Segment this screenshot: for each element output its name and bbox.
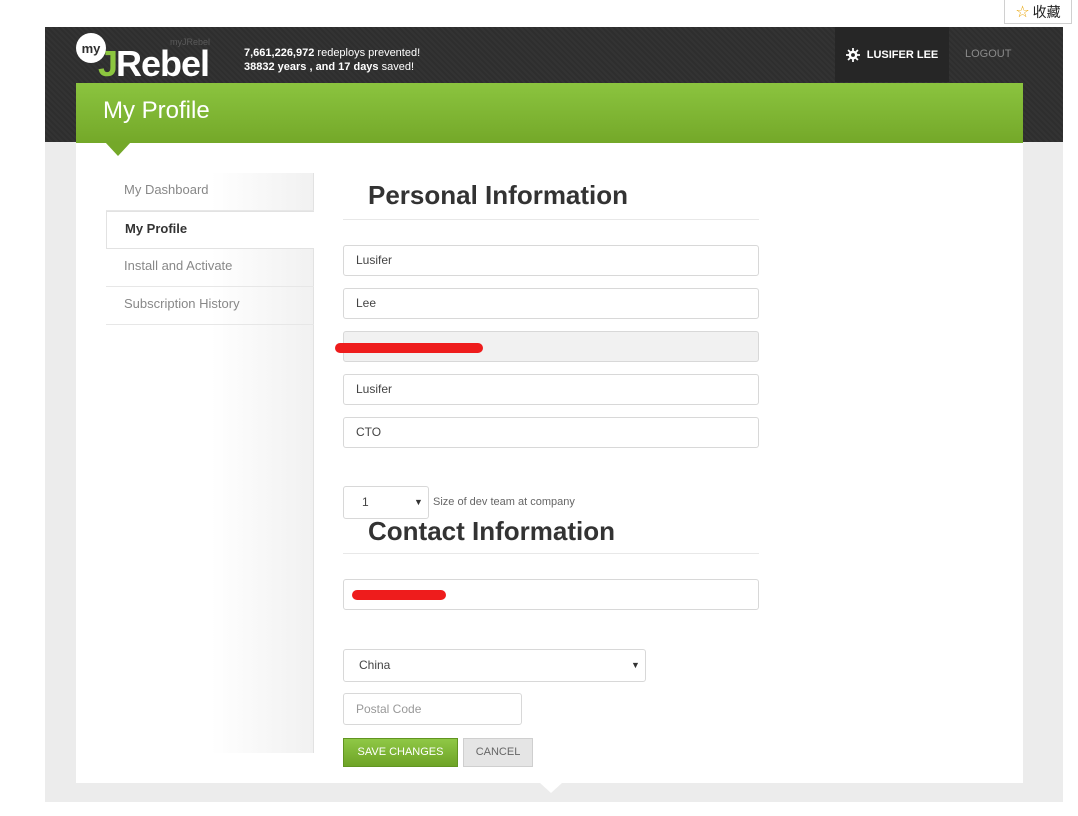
sidebar-item-label: Subscription History [124, 296, 240, 311]
sidebar-item-label: Install and Activate [124, 258, 233, 273]
logo-rebel: Rebel [116, 43, 210, 84]
app-frame: my myJRebel J Rebel 7,661,226,972 redepl… [45, 27, 1063, 802]
saved-time: 38832 years , and 17 days [244, 61, 379, 73]
footer-notch [540, 783, 562, 793]
redaction-mark [335, 343, 483, 353]
chevron-down-icon: ▼ [414, 497, 423, 507]
saved-text: saved! [378, 61, 415, 73]
sidebar-nav: My Dashboard My Profile Install and Acti… [106, 173, 314, 325]
user-name: LUSIFER LEE [866, 48, 939, 61]
cancel-button[interactable]: CANCEL [463, 738, 533, 767]
postal-code-input[interactable]: Postal Code [343, 693, 522, 725]
redeploys-count: 7,661,226,972 [244, 47, 315, 59]
sidebar-item-install[interactable]: Install and Activate [106, 249, 314, 287]
chevron-down-icon: ▼ [631, 660, 640, 670]
divider [343, 219, 759, 220]
country-select[interactable]: China ▼ [343, 649, 646, 682]
team-size-label: Size of dev team at company [433, 496, 575, 508]
redeploys-text: redeploys prevented! [314, 47, 421, 59]
jrebel-logo[interactable]: my myJRebel J Rebel [76, 33, 236, 84]
job-title-field[interactable]: CTO [343, 417, 759, 448]
sidebar-item-label: My Profile [125, 221, 188, 236]
user-menu[interactable]: LUSIFER LEE [835, 27, 949, 82]
sidebar-item-profile[interactable]: My Profile [106, 211, 314, 249]
company-field[interactable]: Lusifer [343, 374, 759, 405]
country-value: China [359, 658, 391, 672]
logo-j: J [98, 43, 118, 84]
star-icon: ☆ [1015, 2, 1030, 21]
logout-link[interactable]: LOGOUT [965, 27, 1011, 82]
sidebar-item-label: My Dashboard [124, 182, 209, 197]
header-notch [105, 142, 131, 156]
last-name-field[interactable]: Lee [343, 288, 759, 319]
save-changes-button[interactable]: SAVE CHANGES [343, 738, 458, 767]
page-title: My Profile [103, 97, 210, 124]
redaction-mark [352, 590, 446, 600]
favorite-button[interactable]: ☆ 收藏 [1004, 0, 1072, 24]
divider [343, 553, 759, 554]
personal-heading: Personal Information [368, 180, 629, 210]
content-panel: My Dashboard My Profile Install and Acti… [76, 143, 1023, 783]
sidebar-item-subscriptions[interactable]: Subscription History [106, 287, 314, 325]
sidebar-item-dashboard[interactable]: My Dashboard [106, 173, 314, 211]
team-size-value: 1 [362, 495, 369, 509]
team-size-select[interactable]: 1 ▼ [343, 486, 429, 519]
favorite-label: 收藏 [1032, 4, 1061, 21]
gear-icon [845, 47, 860, 62]
first-name-field[interactable]: Lusifer [343, 245, 759, 276]
stats-banner: 7,661,226,972 redeploys prevented! 38832… [244, 46, 420, 74]
page-header-bar: My Profile [76, 83, 1023, 143]
contact-heading: Contact Information [368, 516, 615, 546]
